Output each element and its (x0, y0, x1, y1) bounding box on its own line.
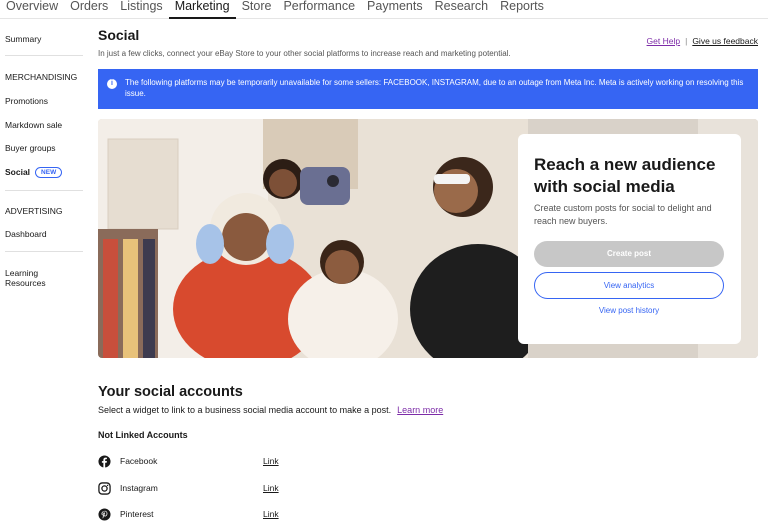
page-title: Social (98, 27, 140, 43)
sidebar-item-summary[interactable]: Summary (5, 34, 41, 44)
tab-performance[interactable]: Performance (277, 0, 361, 19)
pinterest-link-button[interactable]: Link (263, 509, 279, 519)
view-analytics-button[interactable]: View analytics (534, 272, 724, 299)
sidebar-section-advertising: ADVERTISING (5, 206, 63, 216)
tab-research[interactable]: Research (429, 0, 495, 19)
learn-more-link[interactable]: Learn more (397, 405, 443, 415)
hero-body: Create custom posts for social to deligh… (534, 203, 712, 226)
facebook-icon (98, 455, 111, 468)
create-post-button[interactable]: Create post (534, 241, 724, 267)
social-accounts-subtitle: Select a widget to link to a business so… (98, 405, 443, 415)
tab-store[interactable]: Store (236, 0, 278, 19)
page-subtitle: In just a few clicks, connect your eBay … (98, 49, 511, 58)
tab-reports[interactable]: Reports (494, 0, 550, 19)
info-icon: i (107, 79, 117, 89)
help-links: Get Help | Give us feedback (647, 36, 758, 46)
facebook-link-button[interactable]: Link (263, 456, 279, 466)
sidebar-item-learning-line1: Learning (5, 268, 39, 278)
hero-banner: Reach a new audience with social media C… (98, 119, 758, 358)
hero-heading: Reach a new audience with social media (534, 155, 716, 196)
sidebar-item-learning-resources[interactable]: Learning Resources (5, 268, 46, 288)
instagram-link-button[interactable]: Link (263, 483, 279, 493)
social-accounts-title: Your social accounts (98, 384, 243, 400)
alert-text: The following platforms may be temporari… (125, 78, 744, 98)
outage-alert: i The following platforms may be tempora… (98, 69, 758, 109)
sidebar-section-merchandising: MERCHANDISING (5, 72, 78, 82)
sidebar-item-promotions[interactable]: Promotions (5, 96, 48, 106)
sidebar-item-markdown-sale[interactable]: Markdown sale (5, 120, 62, 130)
tab-orders[interactable]: Orders (64, 0, 114, 19)
social-account-row: Facebook Link (98, 455, 298, 469)
sidebar-item-learning-line2: Resources (5, 278, 46, 288)
social-account-row: Instagram Link (98, 482, 298, 496)
sidebar-item-buyer-groups[interactable]: Buyer groups (5, 143, 56, 153)
sidebar-item-dashboard[interactable]: Dashboard (5, 229, 47, 239)
instagram-icon (98, 482, 111, 495)
get-help-link[interactable]: Get Help (647, 36, 681, 46)
tab-marketing[interactable]: Marketing (168, 0, 236, 19)
view-post-history-link[interactable]: View post history (534, 306, 724, 315)
sidebar-divider (5, 190, 83, 191)
sidebar: Summary MERCHANDISING Promotions Markdow… (0, 19, 90, 530)
instagram-label: Instagram (120, 483, 158, 493)
sidebar-divider (5, 55, 83, 56)
sidebar-divider (5, 251, 83, 252)
social-account-row: Pinterest Link (98, 508, 298, 522)
pinterest-icon (98, 508, 111, 521)
tab-payments[interactable]: Payments (361, 0, 429, 19)
pinterest-label: Pinterest (120, 509, 154, 519)
hero-card: Reach a new audience with social media C… (518, 134, 741, 344)
tab-overview[interactable]: Overview (0, 0, 64, 19)
link-separator: | (685, 36, 688, 46)
top-nav: Overview Orders Listings Marketing Store… (0, 0, 768, 19)
facebook-label: Facebook (120, 456, 158, 466)
new-badge: NEW (35, 167, 63, 178)
not-linked-heading: Not Linked Accounts (98, 430, 188, 440)
sidebar-item-social-label: Social (5, 167, 31, 177)
tab-listings[interactable]: Listings (114, 0, 168, 19)
social-accounts-subtitle-text: Select a widget to link to a business so… (98, 405, 392, 415)
give-feedback-link[interactable]: Give us feedback (692, 36, 758, 46)
sidebar-item-social[interactable]: Social NEW (5, 167, 63, 178)
